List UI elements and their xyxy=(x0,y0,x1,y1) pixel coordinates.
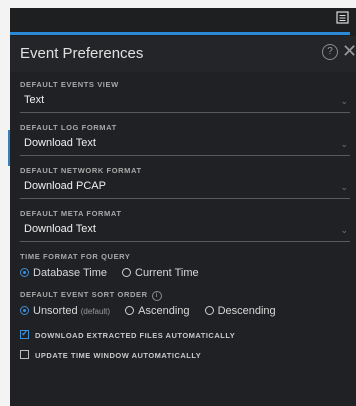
checkbox-download-extracted[interactable]: DOWNLOAD EXTRACTED FILES AUTOMATICALLY xyxy=(20,328,236,340)
help-icon[interactable]: ? xyxy=(322,44,338,60)
radio-unselected-icon xyxy=(125,306,135,315)
network-format-select[interactable]: Download PCAP ⌄ xyxy=(20,178,350,199)
radio-unsorted[interactable]: Unsorted (default) xyxy=(20,305,110,317)
chevron-down-icon: ⌄ xyxy=(340,96,348,106)
time-format-options: Database Time Current Time xyxy=(20,267,211,279)
time-format-label: TIME FORMAT FOR QUERY xyxy=(20,252,131,261)
radio-label: Descending xyxy=(217,305,276,317)
meta-format-select[interactable]: Download Text ⌄ xyxy=(20,221,350,242)
network-format-label: DEFAULT NETWORK FORMAT xyxy=(20,166,142,175)
radio-label: Ascending xyxy=(138,305,190,317)
chevron-down-icon: ⌄ xyxy=(340,225,348,235)
log-format-select[interactable]: Download Text ⌄ xyxy=(20,135,350,156)
checkbox-checked-icon xyxy=(20,328,29,339)
sort-order-label-text: DEFAULT EVENT SORT ORDER xyxy=(20,290,148,299)
checkbox-update-time-window[interactable]: UPDATE TIME WINDOW AUTOMATICALLY xyxy=(20,350,201,360)
log-format-label: DEFAULT LOG FORMAT xyxy=(20,123,117,132)
radio-unselected-icon xyxy=(204,306,214,315)
meta-format-label: DEFAULT META FORMAT xyxy=(20,209,122,218)
radio-unselected-icon xyxy=(122,268,132,277)
radio-current-time[interactable]: Current Time xyxy=(122,267,199,279)
radio-selected-icon xyxy=(20,268,29,277)
sort-order-options: Unsorted (default) Ascending Descending xyxy=(20,305,288,317)
checkbox-label: DOWNLOAD EXTRACTED FILES AUTOMATICALLY xyxy=(35,331,236,340)
radio-descending[interactable]: Descending xyxy=(204,305,276,317)
events-view-value: Text xyxy=(24,94,45,106)
checkbox-unchecked-icon xyxy=(20,350,29,359)
panel-title: Event Preferences xyxy=(20,45,144,62)
left-rail xyxy=(0,36,10,406)
sort-order-label: DEFAULT EVENT SORT ORDER i xyxy=(20,290,162,301)
chevron-down-icon: ⌄ xyxy=(340,182,348,192)
radio-label: Unsorted xyxy=(33,305,78,317)
network-format-value: Download PCAP xyxy=(24,180,106,192)
meta-format-value: Download Text xyxy=(24,223,96,235)
radio-label: Current Time xyxy=(135,267,199,279)
radio-label: Database Time xyxy=(33,267,107,279)
log-format-value: Download Text xyxy=(24,137,96,149)
checkbox-label: UPDATE TIME WINDOW AUTOMATICALLY xyxy=(35,351,202,360)
chevron-down-icon: ⌄ xyxy=(340,139,348,149)
active-accent-line xyxy=(10,32,350,35)
events-view-select[interactable]: Text ⌄ xyxy=(20,92,350,113)
default-tag: (default) xyxy=(80,307,111,316)
preferences-icon[interactable] xyxy=(335,10,351,26)
close-icon[interactable]: ✕ xyxy=(342,41,356,62)
events-view-label: DEFAULT EVENTS VIEW xyxy=(20,80,119,89)
radio-database-time[interactable]: Database Time xyxy=(20,267,107,279)
info-icon[interactable]: i xyxy=(151,291,162,301)
radio-selected-icon xyxy=(20,306,29,315)
radio-ascending[interactable]: Ascending xyxy=(125,305,190,317)
